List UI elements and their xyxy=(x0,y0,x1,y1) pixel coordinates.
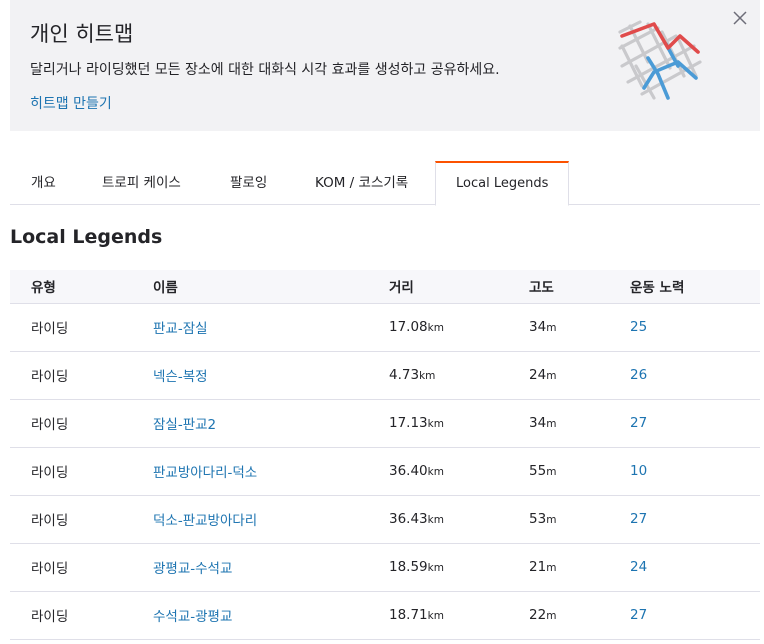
elevation-cell: 21m xyxy=(529,543,630,592)
elevation-value: 53 xyxy=(529,511,547,527)
section-title: Local Legends xyxy=(10,226,163,248)
table-row: 라이딩 판교방아다리-덕소 36.40km 55m 10 xyxy=(10,447,760,496)
distance-cell: 18.71km xyxy=(389,591,529,640)
elevation-unit: m xyxy=(546,514,557,526)
distance-unit: km xyxy=(427,322,444,334)
create-heatmap-link[interactable]: 히트맵 만들기 xyxy=(30,93,112,113)
efforts-link[interactable]: 10 xyxy=(630,463,647,479)
table-row: 라이딩 덕소-판교방아다리 36.43km 53m 27 xyxy=(10,495,760,544)
elevation-value: 24 xyxy=(529,367,547,383)
distance-cell: 36.43km xyxy=(389,495,529,544)
elevation-cell: 34m xyxy=(529,303,630,352)
close-icon[interactable] xyxy=(730,8,750,28)
table-row: 라이딩 광평교-수석교 18.59km 21m 24 xyxy=(10,543,760,592)
distance-cell: 36.40km xyxy=(389,447,529,496)
table-header-row: 유형 이름 거리 고도 운동 노력 xyxy=(10,270,760,304)
column-header-name: 이름 xyxy=(153,270,389,304)
elevation-unit: m xyxy=(546,418,557,430)
distance-unit: km xyxy=(427,514,444,526)
efforts-link[interactable]: 27 xyxy=(630,607,647,623)
segment-name-link[interactable]: 판교-잠실 xyxy=(153,321,208,337)
distance-value: 18.71 xyxy=(389,607,428,623)
distance-unit: km xyxy=(427,418,444,430)
elevation-cell: 22m xyxy=(529,591,630,640)
segment-name-link[interactable]: 잠실-판교2 xyxy=(153,417,216,433)
elevation-unit: m xyxy=(546,322,557,334)
tab-following[interactable]: 팔로잉 xyxy=(230,161,267,205)
elevation-value: 34 xyxy=(529,415,547,431)
elevation-cell: 53m xyxy=(529,495,630,544)
elevation-cell: 24m xyxy=(529,351,630,400)
distance-unit: km xyxy=(427,562,444,574)
table-row: 라이딩 잠실-판교2 17.13km 34m 27 xyxy=(10,399,760,448)
tab-overview[interactable]: 개요 xyxy=(31,161,56,205)
elevation-unit: m xyxy=(546,610,557,622)
promo-title: 개인 히트맵 xyxy=(30,22,134,46)
distance-value: 17.13 xyxy=(389,415,428,431)
activity-type: 라이딩 xyxy=(10,447,153,496)
elevation-value: 55 xyxy=(529,463,547,479)
tab-local-legends[interactable]: Local Legends xyxy=(435,161,570,206)
efforts-link[interactable]: 27 xyxy=(630,415,647,431)
distance-cell: 17.13km xyxy=(389,399,529,448)
profile-tabs: 개요 트로피 케이스 팔로잉 KOM / 코스기록 Local Legends xyxy=(10,161,760,206)
table-row: 라이딩 수석교-광평교 18.71km 22m 27 xyxy=(10,591,760,640)
segment-name-link[interactable]: 덕소-판교방아다리 xyxy=(153,513,257,529)
column-header-efforts: 운동 노력 xyxy=(630,270,760,304)
table-row: 라이딩 넥슨-복정 4.73km 24m 26 xyxy=(10,351,760,400)
tab-kom-course-records[interactable]: KOM / 코스기록 xyxy=(315,161,408,205)
distance-cell: 18.59km xyxy=(389,543,529,592)
distance-value: 18.59 xyxy=(389,559,428,575)
promo-description: 달리거나 라이딩했던 모든 장소에 대한 대화식 시각 효과를 생성하고 공유하… xyxy=(30,62,500,78)
heatmap-promo-banner: 개인 히트맵 달리거나 라이딩했던 모든 장소에 대한 대화식 시각 효과를 생… xyxy=(10,0,760,131)
tab-trophy-case[interactable]: 트로피 케이스 xyxy=(102,161,181,205)
elevation-cell: 34m xyxy=(529,399,630,448)
distance-cell: 17.08km xyxy=(389,303,529,352)
segment-name-link[interactable]: 광평교-수석교 xyxy=(153,561,232,577)
distance-value: 17.08 xyxy=(389,319,428,335)
elevation-unit: m xyxy=(546,370,557,382)
segment-name-link[interactable]: 수석교-광평교 xyxy=(153,609,232,625)
distance-value: 4.73 xyxy=(389,367,420,383)
heatmap-illustration-icon xyxy=(618,20,702,100)
elevation-unit: m xyxy=(546,562,557,574)
activity-type: 라이딩 xyxy=(10,495,153,544)
distance-cell: 4.73km xyxy=(389,351,529,400)
elevation-value: 22 xyxy=(529,607,547,623)
activity-type: 라이딩 xyxy=(10,303,153,352)
elevation-cell: 55m xyxy=(529,447,630,496)
efforts-link[interactable]: 26 xyxy=(630,367,647,383)
activity-type: 라이딩 xyxy=(10,591,153,640)
activity-type: 라이딩 xyxy=(10,399,153,448)
table-row: 라이딩 판교-잠실 17.08km 34m 25 xyxy=(10,303,760,352)
column-header-type: 유형 xyxy=(10,270,153,304)
column-header-distance: 거리 xyxy=(389,270,529,304)
local-legends-table: 유형 이름 거리 고도 운동 노력 라이딩 판교-잠실 17.08km 34m … xyxy=(10,270,760,640)
distance-unit: km xyxy=(427,610,444,622)
distance-value: 36.43 xyxy=(389,511,428,527)
segment-name-link[interactable]: 판교방아다리-덕소 xyxy=(153,465,257,481)
distance-unit: km xyxy=(419,370,436,382)
segment-name-link[interactable]: 넥슨-복정 xyxy=(153,369,208,385)
efforts-link[interactable]: 27 xyxy=(630,511,647,527)
distance-unit: km xyxy=(427,466,444,478)
column-header-elevation: 고도 xyxy=(529,270,630,304)
distance-value: 36.40 xyxy=(389,463,428,479)
efforts-link[interactable]: 25 xyxy=(630,319,647,335)
elevation-unit: m xyxy=(546,466,557,478)
efforts-link[interactable]: 24 xyxy=(630,559,647,575)
elevation-value: 34 xyxy=(529,319,547,335)
activity-type: 라이딩 xyxy=(10,351,153,400)
activity-type: 라이딩 xyxy=(10,543,153,592)
elevation-value: 21 xyxy=(529,559,547,575)
